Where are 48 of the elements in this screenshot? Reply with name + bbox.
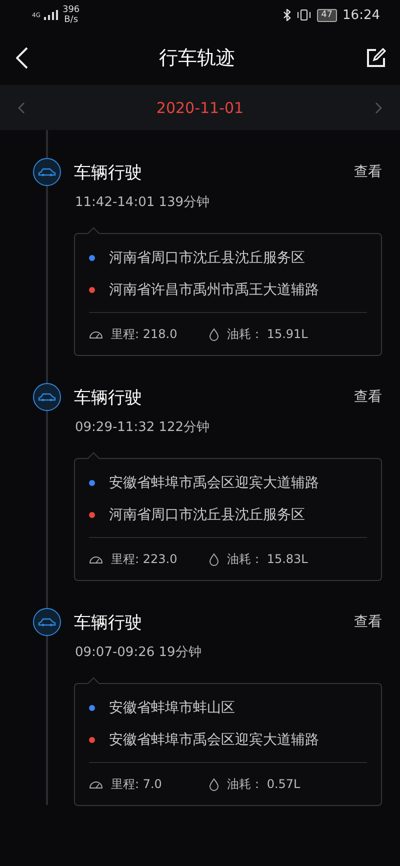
next-day-button[interactable] xyxy=(375,102,382,114)
start-dot xyxy=(89,255,95,261)
fuel-consumption: 油耗： 15.91L xyxy=(227,326,308,342)
drop-icon xyxy=(209,552,219,566)
speedometer-icon xyxy=(89,329,103,339)
end-address: 安徽省蚌埠市禹会区迎宾大道辅路 xyxy=(109,731,319,749)
mileage: 里程: 223.0 xyxy=(111,550,178,568)
end-dot xyxy=(89,737,95,743)
end-address: 河南省许昌市禹州市禹王大道辅路 xyxy=(109,281,319,299)
start-dot xyxy=(89,480,95,486)
trip-time: 11:42-14:01 139分钟 xyxy=(75,194,211,211)
end-dot xyxy=(89,287,95,293)
clock: 16:24 xyxy=(342,8,380,22)
car-icon xyxy=(33,158,61,186)
view-link[interactable]: 查看 xyxy=(354,613,382,631)
previous-day-button[interactable] xyxy=(18,102,25,114)
mileage: 里程: 218.0 xyxy=(111,326,178,342)
trip-title: 车辆行驶 xyxy=(74,162,143,184)
view-link[interactable]: 查看 xyxy=(354,163,382,181)
car-icon xyxy=(33,383,61,411)
fuel-consumption: 油耗： 15.83L xyxy=(227,550,308,568)
back-button[interactable] xyxy=(16,46,28,68)
end-dot xyxy=(89,512,95,518)
fuel-consumption: 油耗： 0.57L xyxy=(227,776,300,792)
trip-title: 车辆行驶 xyxy=(74,612,143,634)
bluetooth-icon xyxy=(283,9,292,21)
battery-indicator: 47 xyxy=(317,8,337,22)
signal-icon xyxy=(44,10,58,20)
speedometer-icon xyxy=(89,554,103,564)
trip-title: 车辆行驶 xyxy=(74,386,143,408)
trip-time: 09:29-11:32 122分钟 xyxy=(75,419,211,436)
view-link[interactable]: 查看 xyxy=(354,388,382,406)
speedometer-icon xyxy=(89,779,103,789)
drop-icon xyxy=(209,328,219,340)
drop-icon xyxy=(209,778,219,790)
selected-date: 2020-11-01 xyxy=(156,98,244,116)
vibrate-icon xyxy=(297,9,312,21)
start-address: 安徽省蚌埠市蚌山区 xyxy=(109,699,235,717)
mileage: 里程: 7.0 xyxy=(111,776,162,792)
start-address: 安徽省蚌埠市禹会区迎宾大道辅路 xyxy=(109,474,319,492)
start-dot xyxy=(89,705,95,711)
car-icon xyxy=(33,608,61,636)
page-title: 行车轨迹 xyxy=(159,46,235,70)
trip-time: 09:07-09:26 19分钟 xyxy=(75,644,202,661)
end-address: 河南省周口市沈丘县沈丘服务区 xyxy=(109,506,305,524)
edit-button[interactable] xyxy=(366,48,386,68)
start-address: 河南省周口市沈丘县沈丘服务区 xyxy=(109,249,305,267)
network-speed: 396 B/s xyxy=(62,5,80,25)
